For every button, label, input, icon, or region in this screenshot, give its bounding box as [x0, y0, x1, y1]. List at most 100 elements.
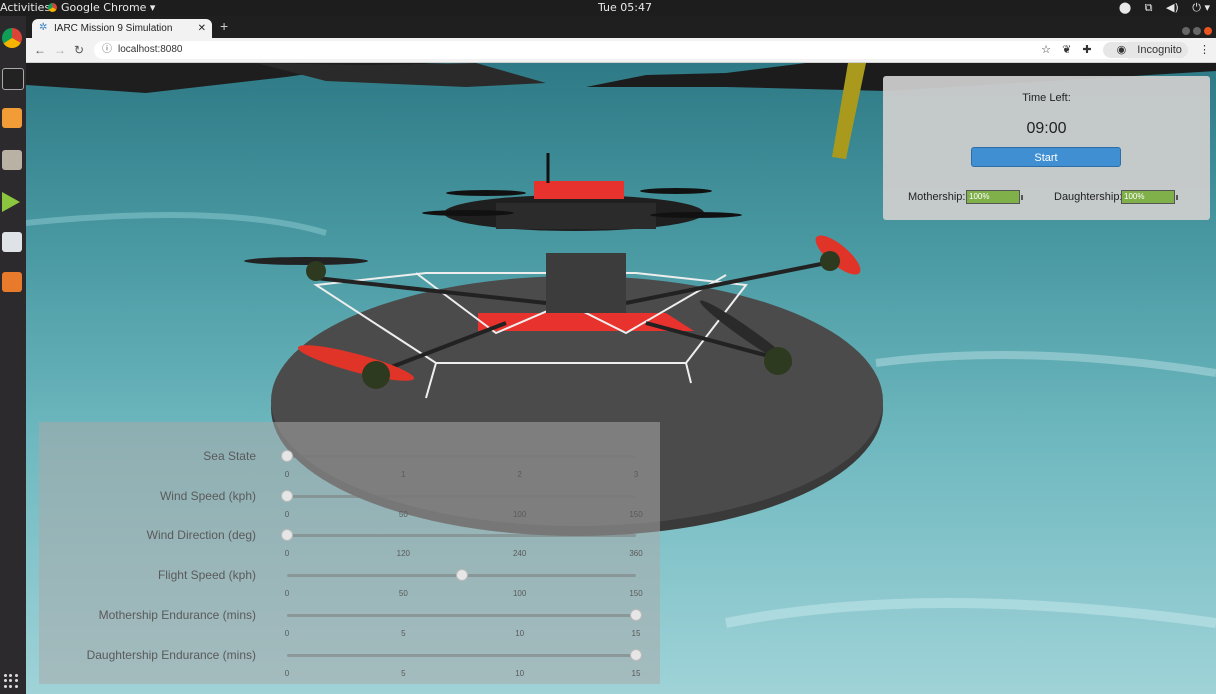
slider-tick-label: 1: [401, 470, 406, 479]
mothership-label: Mothership:: [908, 191, 966, 203]
slider-handle[interactable]: [455, 569, 468, 582]
dock: [0, 16, 26, 694]
app-menu-label: Google Chrome ▾: [61, 1, 156, 14]
slider-tick-label: 15: [631, 628, 641, 638]
stack-app-icon[interactable]: [2, 272, 22, 292]
extension-icon[interactable]: ❦: [1062, 44, 1071, 56]
slider-tick-label: 0: [284, 628, 290, 638]
forward-icon[interactable]: →: [54, 38, 66, 62]
slider-tick-label: 150: [629, 509, 643, 519]
maximize-icon[interactable]: [1193, 27, 1201, 35]
slider-row: Wind Direction (deg) 0 120 240 360: [39, 523, 660, 563]
sublime-text-icon[interactable]: [2, 108, 22, 128]
tab-strip: ✲ IARC Mission 9 Simulation ✕ +: [26, 16, 1216, 38]
close-tab-icon[interactable]: ✕: [198, 19, 206, 38]
mission-status-panel: Time Left: 09:00 Start Mothership: 100% …: [883, 76, 1210, 220]
slider-label: Wind Direction (deg): [146, 528, 256, 543]
new-tab-button[interactable]: +: [220, 18, 228, 34]
slider-tick-label: 3: [633, 470, 639, 479]
slider-tick-label: 150: [629, 589, 643, 599]
activities-button[interactable]: Activities: [0, 0, 50, 16]
toolbar: ← → ↻ ⓘ localhost:8080 ☆ ❦ ✚ ◉ Incognito …: [26, 38, 1216, 63]
simulation-settings-panel: Sea State 0 1 2 3 Wind Speed (kph) 0 50 100 150 Wi…: [39, 422, 660, 684]
slider-tick-label: 5: [401, 628, 406, 638]
power-icon[interactable]: ⏻ ▾: [1192, 1, 1210, 14]
mothership-battery-fill: 100%: [967, 191, 1019, 203]
app-menu[interactable]: Google Chrome ▾: [48, 0, 155, 16]
slider-row: Daughtership Endurance (mins) 0 5 10 15: [39, 643, 660, 683]
slider-tick-label: 100: [512, 509, 527, 519]
text-editor-icon[interactable]: [2, 232, 22, 252]
slider-tick-label: 0: [284, 470, 290, 479]
system-tray[interactable]: ⬤ ⧉ ◀) ⏻ ▾: [1109, 0, 1210, 16]
slider-handle[interactable]: [630, 648, 642, 661]
slider-tick-label: 0: [284, 589, 290, 599]
slider-tick-label: 120: [396, 549, 411, 559]
slider-handle[interactable]: [281, 450, 293, 462]
mothership-battery: 100%: [966, 190, 1023, 204]
terminal-icon[interactable]: [2, 68, 24, 90]
url-text: localhost:8080: [118, 44, 183, 55]
slider-tick-label: 5: [401, 668, 406, 678]
slider-label: Wind Speed (kph): [159, 488, 256, 503]
daughtership-label: Daughtership:: [1054, 191, 1123, 203]
network-icon[interactable]: ⧉: [1145, 1, 1153, 14]
system-top-bar: Activities Google Chrome ▾ Tue 05:47 ⬤ ⧉…: [0, 0, 1216, 16]
slider-row: Mothership Endurance (mins) 0 5 10 15: [39, 603, 660, 643]
incognito-badge[interactable]: ◉ Incognito: [1102, 42, 1188, 58]
slider-track[interactable]: [287, 494, 636, 498]
chrome-launcher-icon[interactable]: [2, 28, 22, 48]
slider-tick-label: 2: [517, 470, 522, 479]
back-icon[interactable]: ←: [34, 38, 46, 62]
time-left-label: Time Left:: [1022, 92, 1071, 104]
start-button[interactable]: Start: [971, 147, 1121, 167]
daughtership-battery-fill: 100%: [1122, 191, 1174, 203]
slider-handle[interactable]: [281, 529, 293, 542]
tab-title: IARC Mission 9 Simulation: [54, 23, 173, 34]
slider-tick-label: 0: [284, 509, 290, 519]
tab-iarc-simulation[interactable]: ✲ IARC Mission 9 Simulation ✕: [32, 19, 212, 38]
slider-tick-label: 50: [398, 589, 408, 599]
bookmark-star-icon[interactable]: ☆: [1041, 44, 1051, 56]
slider-tick-label: 10: [515, 628, 525, 638]
slider-track[interactable]: [287, 653, 636, 657]
slider-tick-label: 10: [515, 668, 525, 678]
menu-dots-icon[interactable]: ⋮: [1199, 44, 1210, 56]
slider-row: Wind Speed (kph) 0 50 100 150: [39, 484, 660, 524]
address-bar[interactable]: ⓘ localhost:8080: [94, 41, 1134, 59]
daughtership-battery: 100%: [1121, 190, 1178, 204]
minimize-icon[interactable]: [1182, 27, 1190, 35]
slider-tick-label: 360: [629, 549, 643, 559]
chrome-icon: [48, 3, 57, 12]
slider-row: Flight Speed (kph) 0 50 100 150: [39, 563, 660, 603]
file-manager-icon[interactable]: [2, 150, 22, 170]
slider-track[interactable]: [287, 455, 636, 458]
slider-track[interactable]: [287, 613, 636, 617]
slider-label: Sea State: [203, 449, 256, 463]
site-info-icon[interactable]: ⓘ: [102, 44, 112, 55]
incognito-label: Incognito: [1137, 44, 1182, 56]
slider-handle[interactable]: [630, 608, 642, 621]
clock[interactable]: Tue 05:47: [580, 0, 670, 16]
slider-tick-label: 240: [512, 549, 527, 559]
close-window-icon[interactable]: [1204, 27, 1212, 35]
volume-icon[interactable]: ◀): [1166, 1, 1179, 14]
slider-tick-label: 15: [631, 668, 641, 678]
slider-tick-label: 100: [512, 589, 527, 599]
extensions-puzzle-icon[interactable]: ✚: [1082, 44, 1091, 56]
play-icon[interactable]: [2, 192, 20, 212]
show-apps-icon[interactable]: [4, 674, 18, 688]
slider-label: Mothership Endurance (mins): [98, 607, 256, 622]
teamviewer-icon[interactable]: ⬤: [1119, 1, 1131, 14]
time-left-value: 09:00: [1026, 120, 1067, 137]
react-favicon-icon: ✲: [39, 22, 48, 33]
slider-tick-label: 0: [284, 668, 290, 678]
slider-row: Sea State 0 1 2 3: [39, 444, 660, 484]
slider-tick-label: 0: [284, 549, 290, 559]
slider-track[interactable]: [287, 534, 636, 538]
reload-icon[interactable]: ↻: [74, 38, 84, 62]
toolbar-actions: ☆ ❦ ✚ ◉ Incognito ⋮: [1033, 38, 1210, 62]
slider-label: Flight Speed (kph): [157, 568, 256, 583]
slider-handle[interactable]: [281, 489, 293, 502]
slider-label: Daughtership Endurance (mins): [86, 647, 256, 662]
